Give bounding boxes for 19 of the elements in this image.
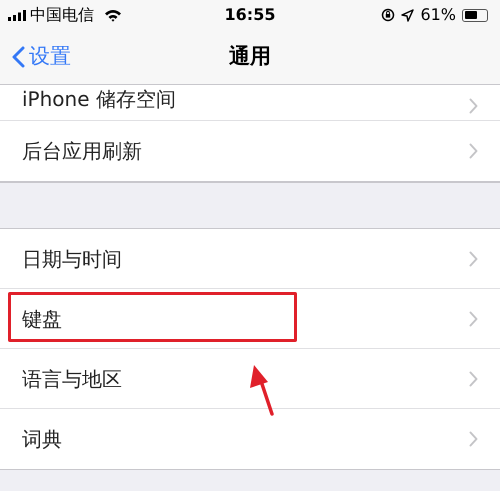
battery-icon [462,8,488,22]
nav-title: 通用 [229,43,271,70]
wifi-icon [104,8,122,22]
signal-icon [8,10,26,20]
location-icon [401,8,414,22]
chevron-icon [469,98,478,114]
battery-percent: 61% [420,4,456,26]
settings-row[interactable]: 键盘 [0,289,500,349]
chevron-left-icon [12,46,25,68]
carrier-name: 中国电信 [30,4,94,26]
rotation-lock-icon [381,8,396,22]
chevron-icon [469,143,478,159]
clock-time: 16:55 [224,4,276,26]
arrow-icon [248,364,276,416]
chevron-icon [469,431,478,447]
chevron-icon [469,310,478,326]
back-button[interactable]: 设置 [0,41,71,73]
chevron-icon [469,370,478,386]
chevron-icon [469,250,478,266]
